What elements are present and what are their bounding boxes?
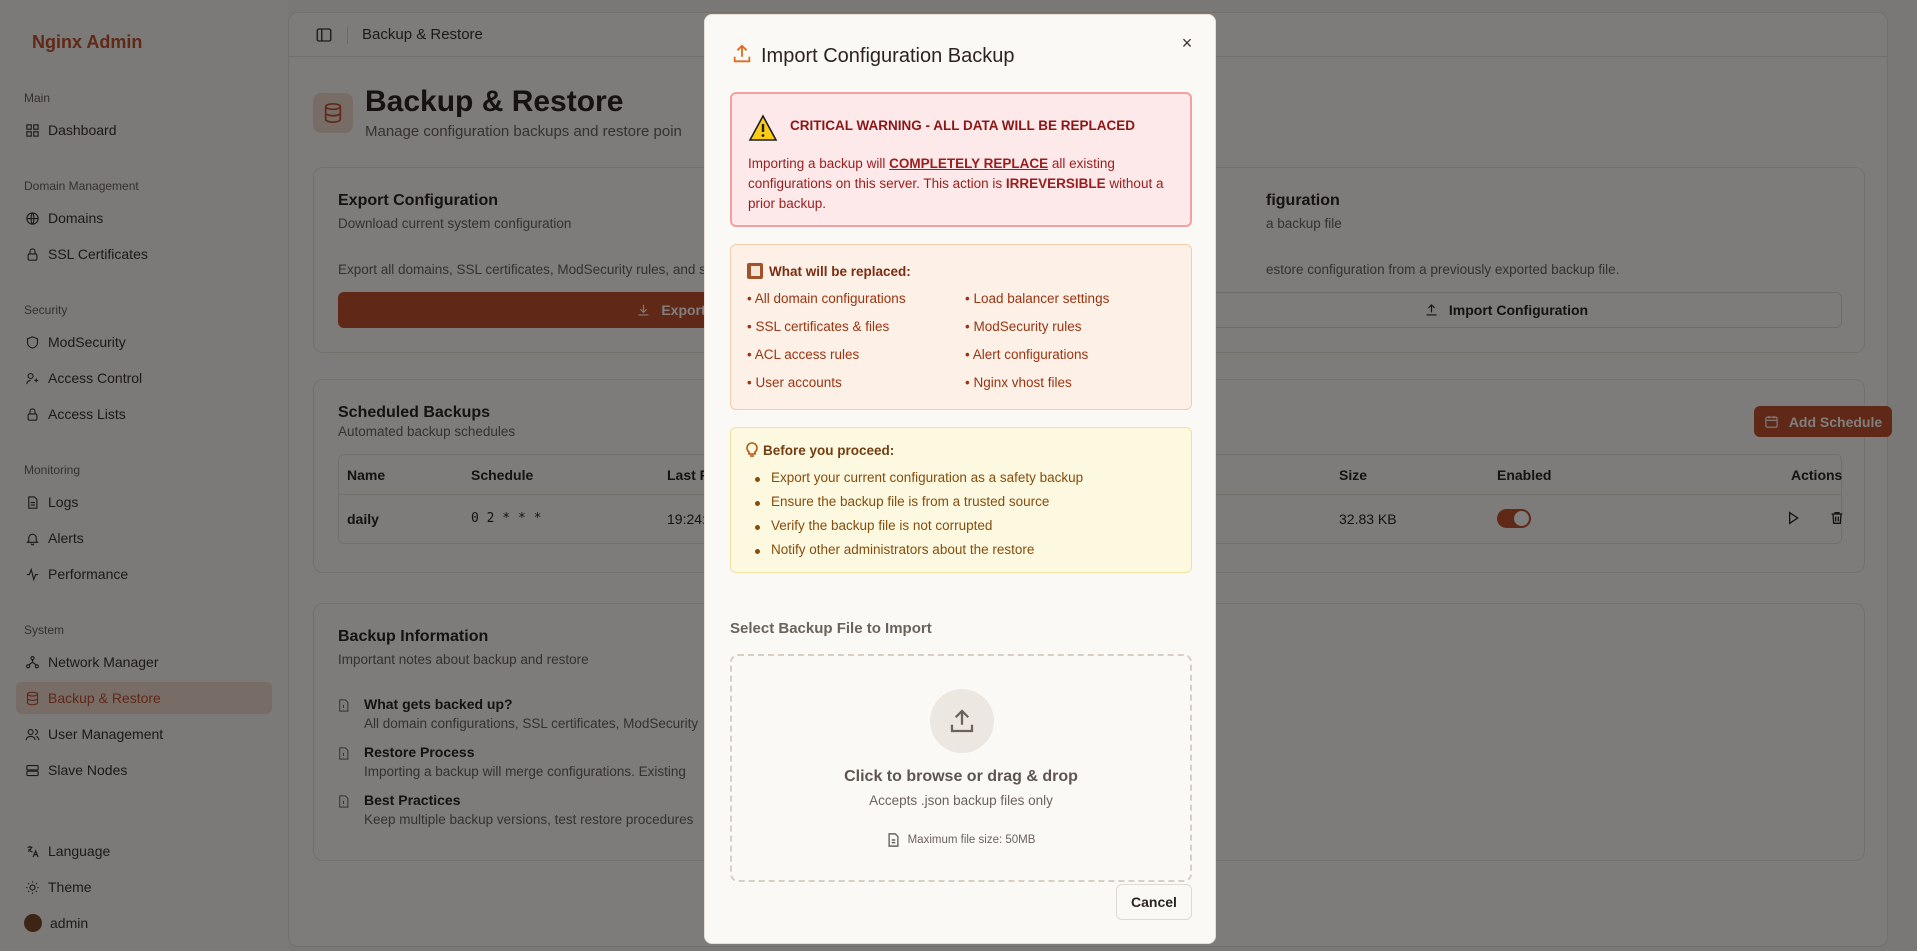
- file-select-label: Select Backup File to Import: [730, 620, 932, 637]
- warning-title: CRITICAL WARNING - ALL DATA WILL BE REPL…: [790, 118, 1135, 133]
- list-item: • ACL access rules: [747, 347, 860, 362]
- list-item: • Alert configurations: [965, 347, 1089, 362]
- replaced-items-box: What will be replaced: • All domain conf…: [730, 244, 1192, 410]
- upload-icon: [930, 689, 994, 753]
- list-item: • All domain configurations: [747, 291, 906, 306]
- list-item: Export your current configuration as a s…: [754, 470, 1084, 485]
- list-item: • Load balancer settings: [965, 291, 1110, 306]
- book-icon: [747, 263, 763, 279]
- before-you-proceed-box: Before you proceed: Export your current …: [730, 427, 1192, 573]
- list-item: • SSL certificates & files: [747, 319, 890, 334]
- replaced-title-text: What will be replaced:: [769, 263, 911, 279]
- upload-icon: [731, 43, 753, 65]
- list-item: Notify other administrators about the re…: [754, 542, 1035, 557]
- lightbulb-icon: [745, 442, 759, 458]
- cancel-button[interactable]: Cancel: [1116, 884, 1192, 920]
- close-icon[interactable]: ×: [1177, 33, 1197, 53]
- warning-icon: [748, 114, 778, 142]
- import-backup-dialog: Import Configuration Backup × CRITICAL W…: [704, 14, 1216, 944]
- warning-emphasis: IRREVERSIBLE: [1005, 176, 1106, 191]
- dialog-title: Import Configuration Backup: [761, 45, 1015, 67]
- list-item: • User accounts: [747, 375, 842, 390]
- max-size-text: Maximum file size: 50MB: [907, 834, 1036, 846]
- file-icon: [888, 833, 899, 847]
- replaced-title: What will be replaced:: [747, 263, 911, 279]
- list-item: • ModSecurity rules: [965, 319, 1082, 334]
- warning-text: Importing a backup will COMPLETELY REPLA…: [748, 154, 1178, 214]
- warning-text-part: Importing a backup will: [748, 156, 890, 171]
- list-item: • Nginx vhost files: [965, 375, 1072, 390]
- dropzone-subtitle: Accepts .json backup files only: [869, 793, 1053, 808]
- list-item: Ensure the backup file is from a trusted…: [754, 494, 1050, 509]
- list-item: Verify the backup file is not corrupted: [754, 518, 993, 533]
- warning-emphasis: COMPLETELY REPLACE: [889, 156, 1049, 171]
- dropzone-max-size: Maximum file size: 50MB: [732, 833, 1190, 847]
- tips-title-text: Before you proceed:: [763, 442, 895, 458]
- dropzone-title: Click to browse or drag & drop: [844, 768, 1078, 785]
- file-dropzone[interactable]: Click to browse or drag & drop Accepts .…: [730, 654, 1192, 882]
- critical-warning: CRITICAL WARNING - ALL DATA WILL BE REPL…: [730, 92, 1192, 227]
- tips-title: Before you proceed:: [745, 442, 894, 458]
